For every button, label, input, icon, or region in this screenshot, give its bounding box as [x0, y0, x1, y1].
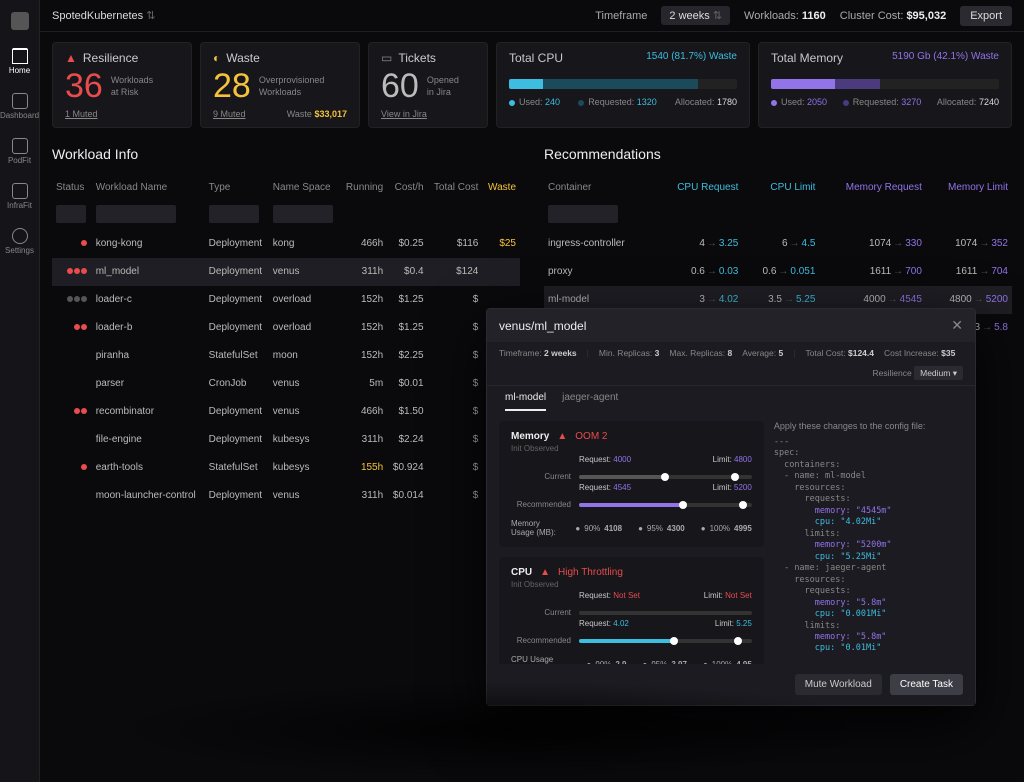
timeframe-select[interactable]: 2 weeks ⇅	[661, 6, 730, 25]
table-row[interactable]: recombinatorDeploymentvenus466h$1.50$	[52, 398, 520, 426]
tickets-card: ▭Tickets 60 Openedin Jira View in Jira	[368, 42, 488, 128]
waste-card: ◐Waste 28 OverprovisionedWorkloads 9 Mut…	[200, 42, 360, 128]
waste-icon: ◐	[213, 51, 220, 65]
memory-bar	[771, 79, 999, 89]
home-icon	[12, 48, 28, 64]
warning-icon: ▲	[65, 51, 77, 65]
timeframe-label: Timeframe	[595, 10, 647, 22]
cluster-selector[interactable]: SpotedKubernetes ⇅	[52, 9, 155, 22]
table-row[interactable]: moon-launcher-controlDeploymentvenus311h…	[52, 482, 520, 510]
type-filter[interactable]	[209, 205, 259, 223]
nav-infrafit[interactable]: InfraFit	[7, 183, 32, 210]
warning-icon: ▲	[540, 567, 550, 578]
sidebar: Home Dashboard PodFit InfraFit Settings	[0, 0, 40, 782]
resilience-muted-link[interactable]: 1 Muted	[65, 109, 179, 119]
cpu-card: Total CPU1540 (81.7%) Waste Used: 240 Re…	[496, 42, 750, 128]
cpu-recommended-slider[interactable]	[579, 639, 752, 643]
tickets-value: 60	[381, 69, 419, 103]
memory-card: Total Memory5190 Gb (42.1%) Waste Used: …	[758, 42, 1012, 128]
memory-title: Total Memory	[771, 51, 843, 65]
close-icon[interactable]: ✕	[951, 317, 963, 334]
table-row[interactable]: parserCronJobvenus5m$0.01$	[52, 370, 520, 398]
mute-workload-button[interactable]: Mute Workload	[795, 674, 882, 695]
modal-title: venus/ml_model	[499, 319, 586, 333]
waste-value: 28	[213, 69, 251, 103]
resilience-select[interactable]: Medium ▾	[914, 366, 963, 380]
container-filter[interactable]	[548, 205, 618, 223]
memory-slider-card: Memory ▲OOM 2 Init Observed Request: 400…	[499, 421, 764, 547]
table-row[interactable]: file-engineDeploymentkubesys311h$2.24$	[52, 426, 520, 454]
nav-podfit[interactable]: PodFit	[8, 138, 31, 165]
workload-table: Status Workload Name Type Name Space Run…	[52, 176, 520, 509]
waste-muted-link[interactable]: 9 Muted	[213, 109, 246, 119]
cpu-waste: 1540 (81.7%) Waste	[646, 51, 737, 65]
table-row[interactable]: ingress-controller 4→3.25 6→4.5 1074→330…	[544, 230, 1012, 258]
nav-dashboard[interactable]: Dashboard	[0, 93, 39, 120]
tab-ml-model[interactable]: ml-model	[505, 392, 546, 411]
create-task-button[interactable]: Create Task	[890, 674, 963, 695]
namespace-filter[interactable]	[273, 205, 333, 223]
ticket-icon: ▭	[381, 51, 392, 65]
podfit-icon	[12, 138, 28, 154]
status-filter[interactable]	[56, 205, 86, 223]
workload-detail-modal: venus/ml_model ✕ Timeframe: 2 weeks| Min…	[486, 308, 976, 706]
cluster-cost-label: Cluster Cost:	[840, 10, 904, 22]
table-row[interactable]: proxy 0.6→0.03 0.6→0.051 1611→700 1611→7…	[544, 258, 1012, 286]
nav-settings[interactable]: Settings	[5, 228, 34, 255]
memory-waste: 5190 Gb (42.1%) Waste	[892, 51, 999, 65]
workloads-value: 1160	[802, 10, 826, 22]
cpu-title: Total CPU	[509, 51, 563, 65]
infrafit-icon	[12, 183, 28, 199]
export-button[interactable]: Export	[960, 6, 1012, 26]
warning-icon: ▲	[557, 431, 567, 442]
name-filter[interactable]	[96, 205, 176, 223]
table-row[interactable]: earth-toolsStatefulSetkubesys155h$0.924$	[52, 454, 520, 482]
recommendations-title: Recommendations	[544, 146, 1012, 162]
cpu-bar	[509, 79, 737, 89]
cluster-cost-value: $95,032	[906, 10, 946, 22]
topbar: SpotedKubernetes ⇅ Timeframe 2 weeks ⇅ W…	[40, 0, 1024, 32]
resilience-card: ▲Resilience 36 Workloadsat Risk 1 Muted	[52, 42, 192, 128]
table-row[interactable]: ml_modelDeploymentvenus311h$0.4$124	[52, 258, 520, 286]
memory-recommended-slider[interactable]	[579, 503, 752, 507]
tab-jaeger-agent[interactable]: jaeger-agent	[562, 392, 618, 411]
logo-icon	[11, 12, 29, 30]
nav-home[interactable]: Home	[9, 48, 30, 75]
memory-current-slider[interactable]	[579, 475, 752, 479]
resilience-value: 36	[65, 69, 103, 103]
dashboard-icon	[12, 93, 28, 109]
table-row[interactable]: loader-bDeploymentoverload152h$1.25$	[52, 314, 520, 342]
workload-info-title: Workload Info	[52, 146, 520, 162]
table-row[interactable]: piranhaStatefulSetmoon152h$2.25$	[52, 342, 520, 370]
cpu-current-slider[interactable]	[579, 611, 752, 615]
settings-icon	[12, 228, 28, 244]
table-row[interactable]: loader-cDeploymentoverload152h$1.25$	[52, 286, 520, 314]
table-row[interactable]: kong-kongDeploymentkong466h$0.25$116$25	[52, 230, 520, 258]
view-jira-link[interactable]: View in Jira	[381, 109, 475, 119]
workloads-label: Workloads:	[744, 10, 799, 22]
